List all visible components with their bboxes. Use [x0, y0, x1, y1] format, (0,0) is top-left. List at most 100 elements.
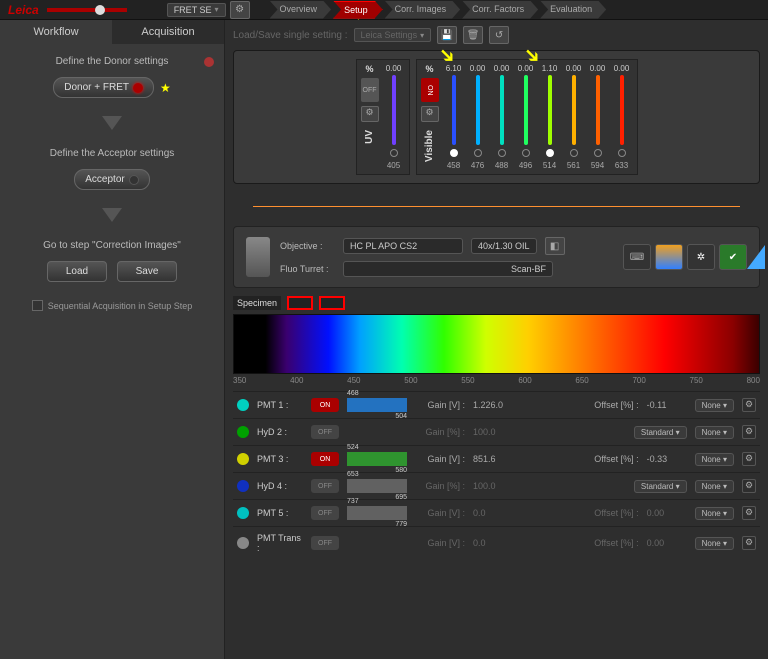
detector-gear-icon[interactable]: ⚙ [742, 425, 756, 439]
detector-none-select[interactable]: None ▾ [695, 537, 734, 550]
detector-toggle[interactable]: ON [311, 398, 339, 412]
leica-settings-dropdown[interactable]: Leica Settings [354, 28, 432, 42]
seq-label: Sequential Acquisition in Setup Step [48, 301, 193, 311]
laser-indicator [450, 149, 458, 157]
detector-none-select[interactable]: None ▾ [695, 507, 734, 520]
detector-none-select[interactable]: None ▾ [695, 399, 734, 412]
wizard-tab-corr-factors[interactable]: Corr. Factors [462, 1, 538, 19]
mode-dropdown[interactable]: FRET SE [167, 3, 226, 17]
detector-toggle[interactable]: OFF [311, 425, 339, 439]
gain-label: Gain [V] : [415, 400, 465, 410]
led-on-icon [133, 83, 143, 93]
detector-row: PMT Trans : OFF Gain [V] : 0.0 Offset [%… [233, 526, 760, 559]
objective-mag-select[interactable]: 40x/1.30 OIL [471, 238, 537, 254]
uv-settings-icon[interactable]: ⚙ [361, 106, 379, 122]
detector-mode-select[interactable]: Standard ▾ [634, 480, 687, 493]
detector-gear-icon[interactable]: ⚙ [742, 398, 756, 412]
logo: Leica [8, 3, 39, 17]
detector-name: PMT Trans : [257, 533, 303, 553]
detector-gear-icon[interactable]: ⚙ [742, 452, 756, 466]
objective-name-select[interactable]: HC PL APO CS2 [343, 238, 463, 254]
detector-toggle[interactable]: ON [311, 452, 339, 466]
laser-slider-633[interactable] [620, 75, 624, 145]
specimen-slot[interactable] [287, 296, 313, 310]
detector-toggle[interactable]: OFF [311, 479, 339, 493]
save-button[interactable]: Save [117, 261, 177, 282]
gain-label: Gain [V] : [415, 454, 465, 464]
laser-indicator [522, 149, 530, 157]
detector-color-icon [237, 453, 249, 465]
fluo-turret-select[interactable]: Scan-BF [343, 261, 553, 277]
palette-icon[interactable] [655, 244, 683, 270]
detector-color-icon [237, 480, 249, 492]
laser-slider-496[interactable] [524, 75, 528, 145]
spectrum-display[interactable] [233, 314, 760, 374]
wizard-tab-evaluation[interactable]: Evaluation [540, 1, 606, 19]
detector-toggle[interactable]: OFF [311, 506, 339, 520]
visible-label: Visible [424, 126, 435, 166]
save-icon[interactable]: 💾 [437, 26, 457, 44]
detector-none-select[interactable]: None ▾ [695, 453, 734, 466]
specimen-label: Specimen [233, 296, 281, 310]
gain-value: 0.0 [473, 508, 523, 518]
load-button[interactable]: Load [47, 261, 107, 282]
loadsave-label: Load/Save single setting : [233, 30, 348, 41]
top-toolbar: Leica FRET SE ⚙ OverviewSetupCorr. Image… [0, 0, 768, 20]
objective-label: Objective : [280, 241, 335, 251]
keyboard-icon[interactable]: ⌨ [623, 244, 651, 270]
gain-value: 0.0 [473, 538, 523, 548]
wizard-tab-overview[interactable]: Overview [270, 1, 332, 19]
detector-row: HyD 4 : OFF 653 695 Gain [%] : 100.0 Sta… [233, 472, 760, 499]
detector-name: PMT 3 : [257, 454, 303, 464]
info-icon[interactable] [204, 57, 214, 67]
wizard-tab-corr-images[interactable]: Corr. Images [385, 1, 461, 19]
reel-icon[interactable]: ✲ [687, 244, 715, 270]
detector-none-select[interactable]: None ▾ [695, 480, 734, 493]
detector-gear-icon[interactable]: ⚙ [742, 536, 756, 550]
detector-toggle[interactable]: OFF [311, 536, 339, 550]
uv-toggle[interactable]: OFF [361, 78, 379, 102]
laser-slider-561[interactable] [572, 75, 576, 145]
detector-mode-select[interactable]: Standard ▾ [634, 426, 687, 439]
undo-icon[interactable]: ↺ [489, 26, 509, 44]
objective-info-icon[interactable]: ◧ [545, 237, 565, 255]
tab-acquisition[interactable]: Acquisition [112, 20, 224, 44]
laser-slider-514[interactable] [548, 75, 552, 145]
vis-settings-icon[interactable]: ⚙ [421, 106, 439, 122]
check-icon[interactable]: ✔ [719, 244, 747, 270]
laser-slider-458[interactable] [452, 75, 456, 145]
delete-icon[interactable]: 🗑 [463, 26, 483, 44]
laser-indicator [474, 149, 482, 157]
gain-label: Gain [%] : [415, 427, 465, 437]
donor-fret-button[interactable]: Donor + FRET [53, 77, 154, 98]
fluo-label: Fluo Turret : [280, 264, 335, 274]
uv-laser-slider[interactable] [392, 75, 396, 145]
laser-slider-488[interactable] [500, 75, 504, 145]
detector-gear-icon[interactable]: ⚙ [742, 506, 756, 520]
step3-title: Go to step "Correction Images" [43, 240, 181, 251]
laser-slider-594[interactable] [596, 75, 600, 145]
arrow-down-icon [102, 116, 122, 130]
acceptor-title: Define the Acceptor settings [50, 148, 175, 159]
detector-gear-icon[interactable]: ⚙ [742, 479, 756, 493]
laser-slider-476[interactable] [476, 75, 480, 145]
visible-group: % ON ⚙ Visible 6.10 4580.00 4760.00 4880… [416, 59, 638, 175]
offset-value: -0.33 [647, 454, 687, 464]
specimen-slot[interactable] [319, 296, 345, 310]
acceptor-button[interactable]: Acceptor [74, 169, 149, 190]
visible-toggle[interactable]: ON [421, 78, 439, 102]
gain-value: 100.0 [473, 481, 523, 491]
main-content: Load/Save single setting : Leica Setting… [225, 20, 768, 659]
detector-color-icon [237, 426, 249, 438]
donor-title: Define the Donor settings [56, 56, 169, 67]
mode-gear-icon[interactable]: ⚙ [230, 1, 250, 19]
gain-label: Gain [V] : [415, 508, 465, 518]
star-icon: ★ [160, 81, 171, 95]
top-slider[interactable] [47, 8, 127, 12]
laser-panel: ➔ ➔ % OFF ⚙ UV 0.00 405 [233, 50, 760, 184]
detector-color-icon [237, 507, 249, 519]
laser-indicator [570, 149, 578, 157]
detector-none-select[interactable]: None ▾ [695, 426, 734, 439]
tab-workflow[interactable]: Workflow [0, 20, 112, 44]
seq-checkbox[interactable] [32, 300, 43, 311]
